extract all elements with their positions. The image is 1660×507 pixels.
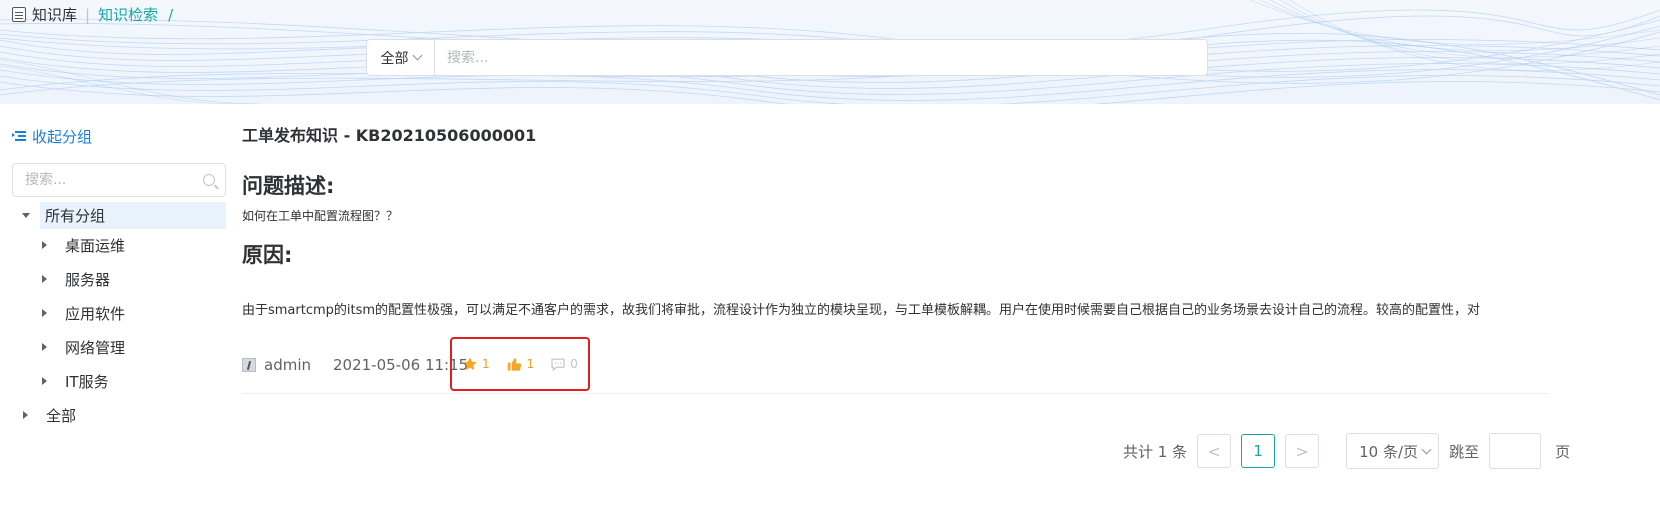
document-icon	[12, 7, 26, 22]
page-size-select[interactable]: 10 条/页	[1346, 433, 1440, 469]
next-page-button[interactable]: >	[1285, 434, 1320, 468]
caret-right-icon[interactable]	[42, 343, 47, 351]
caret-right-icon[interactable]	[23, 411, 28, 419]
prev-page-button[interactable]: <	[1197, 434, 1232, 468]
like-stat[interactable]: 1	[506, 356, 535, 372]
collapse-list-icon	[12, 130, 26, 142]
caret-down-icon[interactable]	[22, 213, 30, 218]
tree-node-all-groups[interactable]: 所有分组	[12, 202, 226, 229]
tree-node-label: 服务器	[65, 270, 111, 289]
user-avatar-icon	[242, 358, 256, 372]
caret-right-icon[interactable]	[42, 275, 47, 283]
article-divider	[242, 393, 1548, 394]
caret-right-icon[interactable]	[42, 309, 47, 317]
collapse-groups-button[interactable]: 收起分组	[12, 120, 226, 152]
sidebar: 收起分组 所有分组 桌面运维 服务器 应用软件 网络管理 IT服务	[12, 120, 226, 432]
tree-node-all[interactable]: 全部	[12, 398, 226, 432]
page-number-button[interactable]: 1	[1241, 434, 1276, 468]
breadcrumb-current[interactable]: 知识检索	[98, 4, 158, 25]
search-scope-label: 全部	[380, 50, 409, 67]
breadcrumb-trail: /	[168, 5, 174, 24]
comment-stat[interactable]: 0	[550, 357, 578, 372]
jump-page-input[interactable]	[1489, 433, 1542, 469]
like-count: 1	[526, 357, 535, 371]
comment-icon	[551, 358, 565, 371]
chevron-down-icon	[1421, 444, 1432, 454]
tree-node-label: 全部	[46, 406, 77, 425]
chevron-down-icon	[412, 50, 422, 61]
tree-node-network[interactable]: 网络管理	[12, 330, 226, 364]
tree-node-servers[interactable]: 服务器	[12, 262, 226, 296]
tree-node-desktop-ops[interactable]: 桌面运维	[12, 228, 226, 262]
page-suffix: 页	[1555, 442, 1571, 461]
tree-node-label: 网络管理	[65, 338, 126, 357]
problem-text: 如何在工单中配置流程图？？	[242, 209, 399, 223]
pagination-total: 共计 1 条	[1123, 442, 1188, 461]
breadcrumb: 知识库 | 知识检索 /	[12, 4, 173, 25]
tree-node-applications[interactable]: 应用软件	[12, 296, 226, 330]
star-icon	[463, 357, 477, 371]
publish-date: 2021-05-06 11:15	[333, 356, 469, 374]
breadcrumb-separator: |	[85, 5, 91, 24]
thumbs-up-icon	[507, 358, 521, 371]
caret-right-icon[interactable]	[42, 241, 47, 249]
article-meta: admin 2021-05-06 11:15 1 1 0	[242, 337, 590, 391]
problem-heading: 问题描述:	[242, 174, 335, 198]
tree-node-label: IT服务	[65, 372, 109, 391]
article-stats-highlight: 1 1 0	[450, 337, 590, 391]
collapse-groups-label: 收起分组	[32, 127, 93, 146]
author-name: admin	[264, 356, 311, 374]
article-list: 工单发布知识 - KB20210506000001 问题描述: 如何在工单中配置…	[242, 122, 1548, 394]
favorite-count: 1	[482, 357, 490, 371]
group-search-input[interactable]	[25, 172, 203, 188]
breadcrumb-root[interactable]: 知识库	[32, 4, 77, 25]
search-scope-select[interactable]: 全部	[367, 40, 435, 75]
comment-count: 0	[570, 357, 578, 371]
caret-right-icon[interactable]	[42, 377, 47, 385]
page-size-label: 10 条/页	[1359, 442, 1419, 461]
tree-node-label: 所有分组	[40, 202, 226, 229]
article-title[interactable]: 工单发布知识 - KB20210506000001	[242, 122, 1548, 148]
group-search-box	[12, 163, 226, 197]
tree-node-label: 应用软件	[65, 304, 126, 323]
jump-label: 跳至	[1449, 442, 1480, 461]
group-tree: 所有分组 桌面运维 服务器 应用软件 网络管理 IT服务 全部	[12, 202, 226, 432]
tree-node-it-services[interactable]: IT服务	[12, 364, 226, 398]
knowledge-search-bar: 全部	[366, 39, 1208, 76]
favorite-stat[interactable]: 1	[462, 356, 490, 372]
tree-node-label: 桌面运维	[65, 236, 126, 255]
search-icon[interactable]	[203, 174, 215, 186]
header-banner: 知识库 | 知识检索 / 全部	[0, 0, 1660, 104]
cause-heading: 原因:	[242, 243, 293, 267]
pagination: 共计 1 条 < 1 > 10 条/页 跳至 页	[1123, 433, 1570, 469]
search-input[interactable]	[435, 40, 1207, 75]
cause-text: 由于smartcmp的itsm的配置性极强，可以满足不通客户的需求，故我们将审批…	[242, 303, 1481, 318]
